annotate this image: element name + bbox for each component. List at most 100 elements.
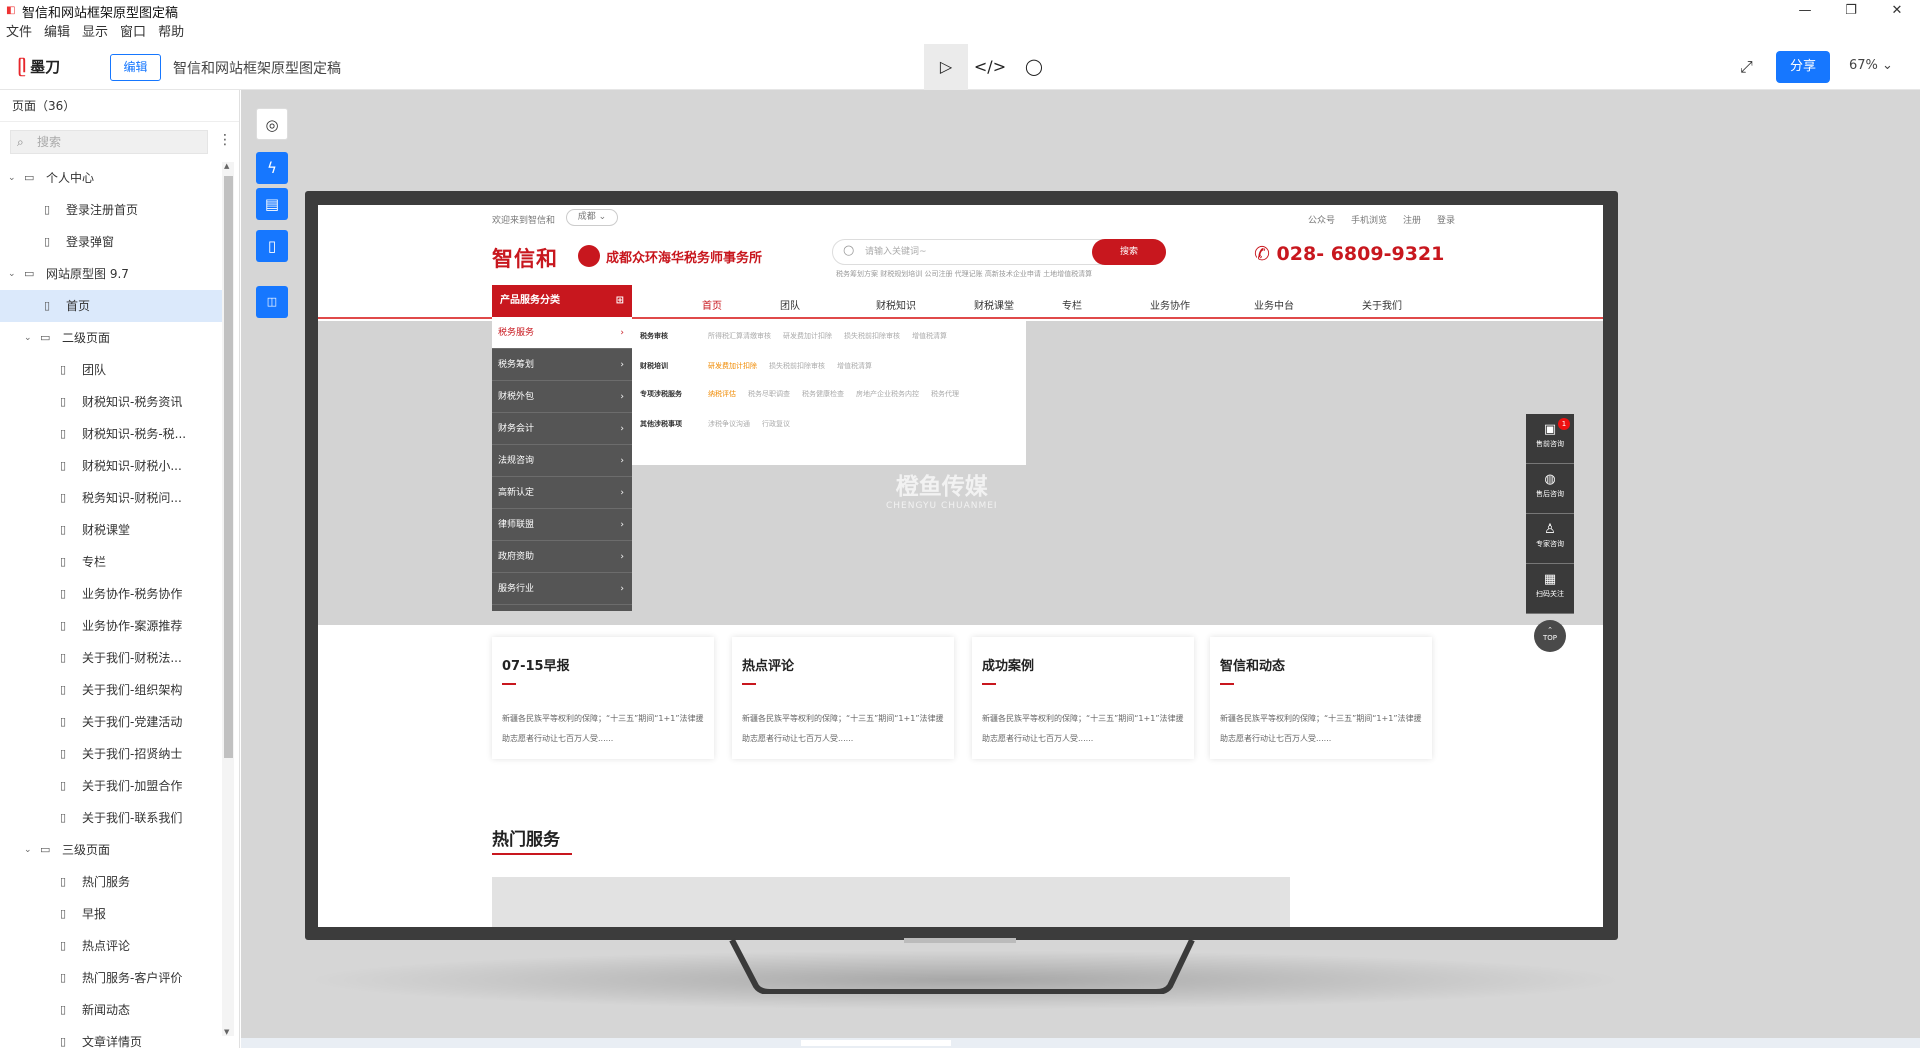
more-options-icon[interactable]: ⋮ bbox=[218, 132, 232, 148]
tree-folder[interactable]: ⌄ ▭ 三级页面 bbox=[0, 834, 222, 866]
close-button[interactable]: ✕ bbox=[1874, 0, 1920, 22]
tree-page[interactable]: ▯ 文章详情页 bbox=[0, 1026, 222, 1058]
category-item[interactable]: 财务会计 › bbox=[492, 413, 632, 445]
tree-page[interactable]: ▯ 首页 bbox=[0, 290, 222, 322]
brand-logo[interactable]: ᥫ 墨刀 bbox=[18, 56, 60, 77]
wechat-link[interactable]: 公众号 bbox=[1308, 213, 1335, 226]
tree-page[interactable]: ▯ 财税知识-税务资讯 bbox=[0, 386, 222, 418]
dropdown-link[interactable]: 涉税争议沟通 bbox=[708, 420, 750, 428]
tree-page[interactable]: ▯ 新闻动态 bbox=[0, 994, 222, 1026]
category-item[interactable]: 税务服务 › bbox=[492, 317, 632, 349]
tree-folder[interactable]: ⌄ ▭ 个人中心 bbox=[0, 162, 222, 194]
hot-keywords[interactable]: 税务筹划方案 财税规划培训 公司注册 代理记账 高新技术企业申请 土地增值税清算 bbox=[836, 269, 1092, 279]
tree-page[interactable]: ▯ 专栏 bbox=[0, 546, 222, 578]
news-card[interactable]: 成功案例 新疆各民族平等权利的保障；“十三五”期间“1+1”法律援助志愿者行动让七… bbox=[972, 637, 1194, 759]
menu-help[interactable]: 帮助 bbox=[152, 22, 190, 44]
fullscreen-icon[interactable]: ⤢ bbox=[1740, 57, 1753, 77]
tree-page[interactable]: ▯ 财税课堂 bbox=[0, 514, 222, 546]
service-image[interactable] bbox=[1116, 877, 1290, 927]
lightning-icon[interactable]: ϟ bbox=[256, 152, 288, 184]
dropdown-link[interactable]: 增值税清算 bbox=[837, 362, 872, 370]
tree-page[interactable]: ▯ 团队 bbox=[0, 354, 222, 386]
register-link[interactable]: 注册 bbox=[1403, 213, 1421, 226]
tree-page[interactable]: ▯ 关于我们-联系我们 bbox=[0, 802, 222, 834]
category-item[interactable]: 律师联盟 › bbox=[492, 509, 632, 541]
news-card[interactable]: 智信和动态 新疆各民族平等权利的保障；“十三五”期间“1+1”法律援助志愿者行动让… bbox=[1210, 637, 1432, 759]
float-button[interactable]: ▣ 售前咨询 1 bbox=[1526, 414, 1574, 464]
scrollbar-thumb[interactable] bbox=[224, 176, 233, 758]
menu-file[interactable]: 文件 bbox=[0, 22, 38, 44]
tree-page[interactable]: ▯ 税务知识-财税问... bbox=[0, 482, 222, 514]
category-item[interactable]: 法规咨询 › bbox=[492, 445, 632, 477]
tree-page[interactable]: ▯ 关于我们-招贤纳士 bbox=[0, 738, 222, 770]
nav-item[interactable]: 团队 bbox=[780, 297, 800, 312]
tree-page[interactable]: ▯ 登录注册首页 bbox=[0, 194, 222, 226]
canvas-scrollbar[interactable] bbox=[241, 1038, 1920, 1048]
dropdown-link[interactable]: 损失税前扣除审核 bbox=[769, 362, 825, 370]
category-item[interactable]: 政府资助 › bbox=[492, 541, 632, 573]
category-item[interactable]: 服务行业 › bbox=[492, 573, 632, 605]
tree-page[interactable]: ▯ 关于我们-党建活动 bbox=[0, 706, 222, 738]
sidebar-scrollbar[interactable]: ▲ ▼ bbox=[222, 162, 234, 1036]
dropdown-link[interactable]: 损失税前扣除审核 bbox=[844, 332, 900, 340]
chevron-down-icon[interactable]: ⌄ bbox=[24, 834, 32, 866]
category-item[interactable]: 高新认定 › bbox=[492, 477, 632, 509]
tree-page[interactable]: ▯ 热点评论 bbox=[0, 930, 222, 962]
document-title[interactable]: 智信和网站框架原型图定稿 bbox=[173, 58, 341, 78]
website-preview[interactable]: 欢迎来到智信和 成都 ⌄ 公众号 手机浏览 注册 登录 智信和 成都众环海华税务… bbox=[318, 205, 1603, 927]
tree-page[interactable]: ▯ 业务协作-案源推荐 bbox=[0, 610, 222, 642]
nav-item[interactable]: 财税课堂 bbox=[974, 297, 1014, 312]
canvas-scrollbar-thumb[interactable] bbox=[801, 1040, 951, 1046]
dropdown-link[interactable]: 房地产企业税务内控 bbox=[856, 390, 919, 398]
nav-item[interactable]: 业务中台 bbox=[1254, 297, 1294, 312]
dropdown-link[interactable]: 研发费加计扣除 bbox=[708, 362, 757, 370]
menu-view[interactable]: 显示 bbox=[76, 22, 114, 44]
target-icon[interactable]: ◎ bbox=[256, 108, 288, 140]
toggle-on-icon[interactable]: ◫ bbox=[256, 286, 288, 318]
minimize-button[interactable]: — bbox=[1782, 0, 1828, 22]
code-icon[interactable]: </> bbox=[968, 44, 1012, 90]
comment-icon[interactable]: ◯ bbox=[1012, 44, 1056, 90]
tree-page[interactable]: ▯ 关于我们-组织架构 bbox=[0, 674, 222, 706]
tree-page[interactable]: ▯ 财税知识-财税小... bbox=[0, 450, 222, 482]
edit-button[interactable]: 编辑 bbox=[110, 54, 161, 81]
back-to-top-button[interactable]: ⌃ TOP bbox=[1534, 620, 1566, 652]
nav-item[interactable]: 专栏 bbox=[1062, 297, 1082, 312]
city-select[interactable]: 成都 ⌄ bbox=[566, 209, 618, 226]
search-input[interactable]: ⌕ 搜索 bbox=[10, 130, 208, 154]
device-icon[interactable]: ▯ bbox=[256, 230, 288, 262]
tree-page[interactable]: ▯ 业务协作-税务协作 bbox=[0, 578, 222, 610]
tree-page[interactable]: ▯ 热门服务-客户评价 bbox=[0, 962, 222, 994]
menu-edit[interactable]: 编辑 bbox=[38, 22, 76, 44]
dropdown-link[interactable]: 税务代理 bbox=[931, 390, 959, 398]
tree-page[interactable]: ▯ 早报 bbox=[0, 898, 222, 930]
scroll-down-icon[interactable]: ▼ bbox=[224, 1028, 229, 1036]
nav-item[interactable]: 业务协作 bbox=[1150, 297, 1190, 312]
chevron-down-icon[interactable]: ⌄ bbox=[8, 162, 16, 194]
tree-page[interactable]: ▯ 财税知识-税务-税... bbox=[0, 418, 222, 450]
chevron-down-icon[interactable]: ⌄ bbox=[8, 258, 16, 290]
note-icon[interactable]: ▤ bbox=[256, 188, 288, 220]
dropdown-link[interactable]: 增值税清算 bbox=[912, 332, 947, 340]
dropdown-link[interactable]: 所得税汇算清缴审核 bbox=[708, 332, 771, 340]
zoom-select[interactable]: 67% ⌄ bbox=[1849, 58, 1893, 73]
login-link[interactable]: 登录 bbox=[1437, 213, 1455, 226]
dropdown-link[interactable]: 研发费加计扣除 bbox=[783, 332, 832, 340]
dropdown-link[interactable]: 税务尽职调查 bbox=[748, 390, 790, 398]
share-button[interactable]: 分享 bbox=[1776, 51, 1830, 83]
float-button[interactable]: ▦ 扫码关注 bbox=[1526, 564, 1574, 614]
service-image[interactable] bbox=[648, 877, 822, 927]
site-logo[interactable]: 智信和 bbox=[492, 243, 558, 273]
service-image[interactable] bbox=[492, 877, 666, 927]
tree-folder[interactable]: ⌄ ▭ 网站原型图 9.7 bbox=[0, 258, 222, 290]
menu-window[interactable]: 窗口 bbox=[114, 22, 152, 44]
site-search-button[interactable]: 搜索 bbox=[1092, 239, 1166, 265]
news-card[interactable]: 热点评论 新疆各民族平等权利的保障；“十三五”期间“1+1”法律援助志愿者行动让七… bbox=[732, 637, 954, 759]
nav-item[interactable]: 财税知识 bbox=[876, 297, 916, 312]
dropdown-link[interactable]: 税务健康检查 bbox=[802, 390, 844, 398]
nav-item[interactable]: 关于我们 bbox=[1362, 297, 1402, 312]
tree-page[interactable]: ▯ 关于我们-加盟合作 bbox=[0, 770, 222, 802]
dropdown-link[interactable]: 纳税评估 bbox=[708, 390, 736, 398]
play-icon[interactable]: ▷ bbox=[924, 44, 968, 90]
scroll-up-icon[interactable]: ▲ bbox=[224, 162, 229, 170]
